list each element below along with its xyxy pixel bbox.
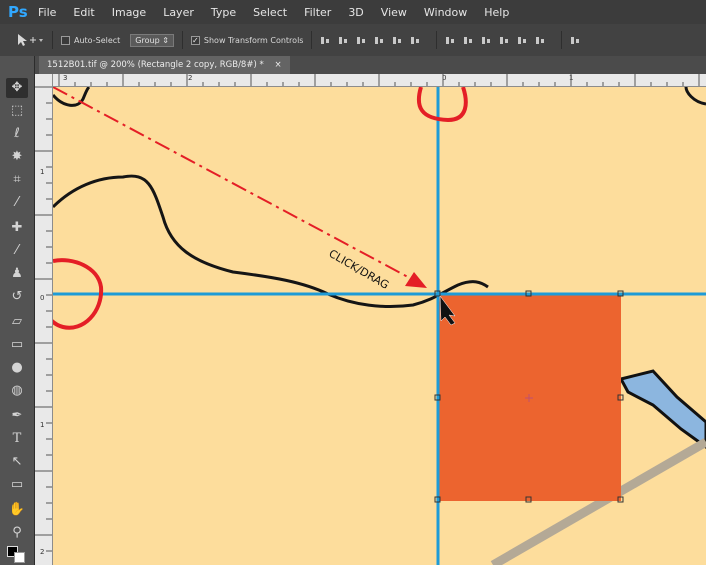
separator	[436, 31, 438, 49]
separator	[561, 31, 563, 49]
hand-tool-icon[interactable]: ✋	[6, 500, 28, 520]
color-swatches[interactable]	[7, 546, 29, 563]
document-tab-title: 1512B01.tif @ 200% (Rectangle 2 copy, RG…	[47, 60, 264, 70]
menu-select[interactable]: Select	[253, 6, 287, 19]
eraser-icon[interactable]: ▱	[6, 312, 28, 332]
align-left-icon[interactable]	[374, 35, 385, 46]
brush-tool-icon[interactable]: ⁄	[6, 241, 28, 261]
separator	[52, 31, 53, 49]
menu-bar: Ps File Edit Image Layer Type Select Fil…	[0, 0, 706, 24]
auto-align-icon[interactable]	[570, 35, 581, 46]
highlight-circle-origin	[416, 87, 468, 123]
separator	[181, 31, 183, 49]
photoshop-logo: Ps	[8, 3, 28, 21]
menu-layer[interactable]: Layer	[163, 6, 194, 19]
menu-filter[interactable]: Filter	[304, 6, 331, 19]
auto-select-label: Auto-Select	[74, 35, 121, 45]
drag-path-arrow	[53, 87, 422, 285]
blur-tool-icon[interactable]: ●	[6, 358, 28, 378]
tool-preset-picker[interactable]	[14, 31, 44, 49]
group-value: Group	[135, 35, 160, 45]
document-tab[interactable]: 1512B01.tif @ 200% (Rectangle 2 copy, RG…	[39, 56, 290, 74]
rectangle-tool-icon[interactable]: ▭	[6, 475, 28, 495]
align-top-icon[interactable]	[320, 35, 331, 46]
distribute-right-icon[interactable]	[535, 35, 546, 46]
align-vcenter-icon[interactable]	[338, 35, 349, 46]
ruler-ticks	[35, 86, 52, 552]
move-tool-icon	[18, 34, 43, 46]
auto-select-checkbox[interactable]	[61, 35, 70, 45]
healing-brush-icon[interactable]: ✚	[6, 218, 28, 238]
menu-help[interactable]: Help	[484, 6, 509, 19]
separator	[311, 31, 313, 49]
distribute-top-icon[interactable]	[445, 35, 456, 46]
vertical-ruler[interactable]: 1 0 1 2	[35, 74, 53, 565]
zoom-tool-icon[interactable]: ⚲	[6, 523, 28, 543]
path-selection-icon[interactable]: ↖	[6, 452, 28, 472]
align-right-icon[interactable]	[410, 35, 421, 46]
tools-panel: ✥ ⬚ ℓ ✸ ⌗ ⁄ ✚ ⁄ ♟ ↺ ▱ ▭ ● ◍ ✒ T ↖ ▭ ✋ ⚲	[0, 56, 35, 565]
auto-select-target-dropdown[interactable]: Group ⇕	[130, 33, 174, 47]
menu-window[interactable]: Window	[424, 6, 467, 19]
canvas-artwork	[53, 87, 706, 565]
options-bar: Auto-Select Group ⇕ ✓ Show Transform Con…	[0, 24, 706, 57]
ruler-ticks	[58, 74, 700, 86]
document-tab-bar: 1512B01.tif @ 200% (Rectangle 2 copy, RG…	[35, 56, 706, 74]
menu-file[interactable]: File	[38, 6, 56, 19]
gradient-icon[interactable]: ▭	[6, 335, 28, 355]
marquee-tool-icon[interactable]: ⬚	[6, 101, 28, 121]
history-brush-icon[interactable]: ↺	[6, 287, 28, 307]
move-tool-icon[interactable]: ✥	[6, 78, 28, 98]
distribute-bottom-icon[interactable]	[481, 35, 492, 46]
water-shape	[618, 369, 706, 449]
dodge-tool-icon[interactable]: ◍	[6, 381, 28, 401]
magic-wand-icon[interactable]: ✸	[6, 147, 28, 167]
align-bottom-icon[interactable]	[356, 35, 367, 46]
arrowhead-icon	[405, 272, 427, 288]
menu-3d[interactable]: 3D	[348, 6, 363, 19]
lasso-tool-icon[interactable]: ℓ	[6, 124, 28, 144]
align-hcenter-icon[interactable]	[392, 35, 403, 46]
distribute-left-icon[interactable]	[499, 35, 510, 46]
menu-view[interactable]: View	[381, 6, 407, 19]
trail-line	[684, 87, 706, 106]
menu-edit[interactable]: Edit	[73, 6, 94, 19]
document-canvas[interactable]: CLICK/DRAG	[53, 87, 706, 565]
close-icon[interactable]: ×	[274, 60, 281, 70]
pen-tool-icon[interactable]: ✒	[6, 406, 28, 426]
clone-stamp-icon[interactable]: ♟	[6, 264, 28, 284]
show-transform-checkbox[interactable]: ✓	[190, 35, 200, 45]
menu-type[interactable]: Type	[211, 6, 236, 19]
eyedropper-icon[interactable]: ⁄	[6, 193, 28, 213]
crop-tool-icon[interactable]: ⌗	[6, 170, 28, 190]
horizontal-ruler[interactable]: 3 2 0 1	[53, 74, 706, 87]
show-transform-label: Show Transform Controls	[203, 35, 304, 45]
distribute-hcenter-icon[interactable]	[517, 35, 528, 46]
distribute-vcenter-icon[interactable]	[463, 35, 474, 46]
menu-image[interactable]: Image	[112, 6, 146, 19]
type-tool-icon[interactable]: T	[6, 429, 28, 449]
